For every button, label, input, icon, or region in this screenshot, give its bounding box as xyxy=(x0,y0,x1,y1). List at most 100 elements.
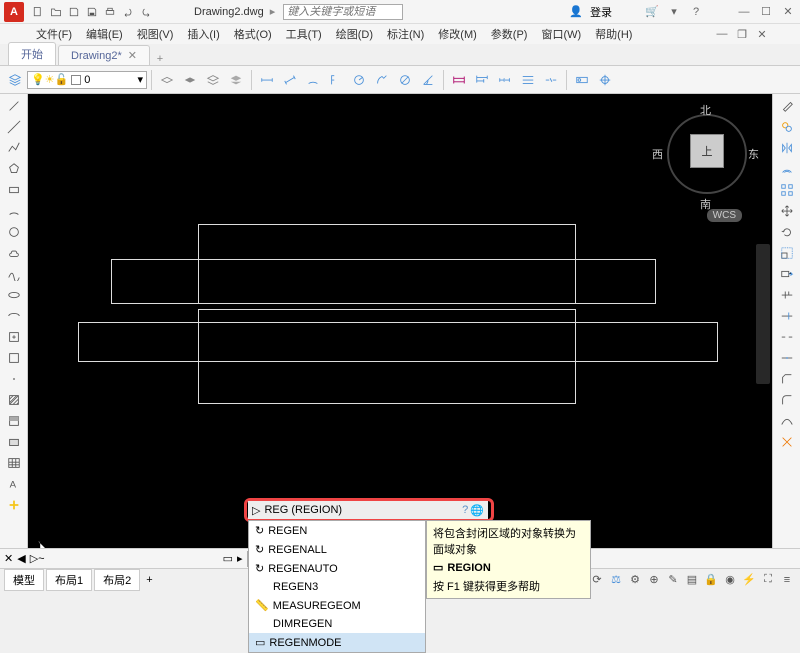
chamfer-icon[interactable] xyxy=(776,369,798,389)
point-icon[interactable] xyxy=(3,369,25,389)
layer-dropdown[interactable]: 💡 ☀ 🔓 0 ▾ xyxy=(27,71,147,89)
break-icon[interactable] xyxy=(776,327,798,347)
menu-insert[interactable]: 插入(I) xyxy=(181,24,225,44)
viewcube-north[interactable]: 北 xyxy=(700,102,711,118)
dim-angular-icon[interactable] xyxy=(417,69,439,91)
spline-icon[interactable] xyxy=(3,264,25,284)
mirror-icon[interactable] xyxy=(776,138,798,158)
dim-jogged-icon[interactable] xyxy=(371,69,393,91)
scale-icon[interactable] xyxy=(776,243,798,263)
revcloud-icon[interactable] xyxy=(3,243,25,263)
ellipse-icon[interactable] xyxy=(3,285,25,305)
tab-start[interactable]: 开始 xyxy=(8,42,56,65)
dim-space-icon[interactable] xyxy=(517,69,539,91)
layeroff-icon[interactable] xyxy=(179,69,201,91)
dim-diameter-icon[interactable] xyxy=(394,69,416,91)
erase-icon[interactable] xyxy=(776,96,798,116)
viewcube-east[interactable]: 东 xyxy=(748,146,759,162)
nav-bar[interactable] xyxy=(756,244,770,384)
doc-minimize-icon[interactable]: — xyxy=(714,26,730,42)
dim-aligned-icon[interactable] xyxy=(279,69,301,91)
polygon-icon[interactable] xyxy=(3,159,25,179)
custom-icon[interactable]: ≡ xyxy=(778,571,796,589)
signin-icon[interactable]: 👤 xyxy=(568,4,584,20)
open-icon[interactable] xyxy=(48,4,64,20)
dim-radius-icon[interactable] xyxy=(348,69,370,91)
redo-icon[interactable] xyxy=(138,4,154,20)
tab-close-icon[interactable]: ✕ xyxy=(128,50,137,62)
ellipsearc-icon[interactable] xyxy=(3,306,25,326)
search-input[interactable] xyxy=(283,4,403,20)
wcs-badge[interactable]: WCS xyxy=(707,209,742,222)
xline-icon[interactable] xyxy=(3,117,25,137)
layeriso-icon[interactable] xyxy=(156,69,178,91)
suggestion-item[interactable]: ↻REGENAUTO xyxy=(249,559,425,578)
units-icon[interactable]: ✎ xyxy=(664,571,682,589)
lockui-icon[interactable]: 🔒 xyxy=(702,571,720,589)
tab-add-icon[interactable]: + xyxy=(142,574,156,586)
dim-continue-icon[interactable] xyxy=(494,69,516,91)
suggestion-item[interactable]: 📏MEASUREGEOM xyxy=(249,596,425,615)
menu-format[interactable]: 格式(O) xyxy=(228,24,278,44)
trim-icon[interactable] xyxy=(776,285,798,305)
cmd-globe-icon[interactable]: 🌐 xyxy=(470,504,484,517)
quickprops-icon[interactable]: ▤ xyxy=(683,571,701,589)
hwaccel-icon[interactable]: ⚡ xyxy=(740,571,758,589)
fillet-icon[interactable] xyxy=(776,390,798,410)
polyline-icon[interactable] xyxy=(3,138,25,158)
viewcube-west[interactable]: 西 xyxy=(652,146,663,162)
suggestion-item[interactable]: ↻REGEN xyxy=(249,521,425,540)
insert-icon[interactable] xyxy=(3,327,25,347)
suggestion-item[interactable]: ▭REGENMODE xyxy=(249,633,425,652)
menu-draw[interactable]: 绘图(D) xyxy=(330,24,379,44)
cart-icon[interactable]: 🛒 xyxy=(644,4,660,20)
menu-help[interactable]: 帮助(H) xyxy=(589,24,638,44)
tab-layout2[interactable]: 布局2 xyxy=(94,569,140,591)
join-icon[interactable] xyxy=(776,348,798,368)
extend-icon[interactable] xyxy=(776,306,798,326)
dim-break-icon[interactable] xyxy=(540,69,562,91)
annomon-icon[interactable]: ⊕ xyxy=(645,571,663,589)
menu-tools[interactable]: 工具(T) xyxy=(280,24,328,44)
isolate-icon[interactable]: ◉ xyxy=(721,571,739,589)
layerlck-icon[interactable] xyxy=(225,69,247,91)
undo-icon[interactable] xyxy=(120,4,136,20)
hatch-icon[interactable] xyxy=(3,390,25,410)
viewcube-face[interactable]: 上 xyxy=(690,134,724,168)
menu-param[interactable]: 参数(P) xyxy=(485,24,534,44)
maximize-icon[interactable]: ☐ xyxy=(758,4,774,20)
stretch-icon[interactable] xyxy=(776,264,798,284)
block-icon[interactable] xyxy=(3,348,25,368)
copy-icon[interactable] xyxy=(776,117,798,137)
minimize-icon[interactable]: — xyxy=(736,4,752,20)
tab-add-icon[interactable]: + xyxy=(152,53,168,65)
new-icon[interactable] xyxy=(30,4,46,20)
array-icon[interactable] xyxy=(776,180,798,200)
blend-icon[interactable] xyxy=(776,411,798,431)
tab-model[interactable]: 模型 xyxy=(4,569,44,591)
menu-view[interactable]: 视图(V) xyxy=(131,24,180,44)
line-icon[interactable] xyxy=(3,96,25,116)
tolerance-icon[interactable] xyxy=(571,69,593,91)
suggestion-item[interactable]: DIMREGEN xyxy=(249,615,425,633)
menu-window[interactable]: 窗口(W) xyxy=(535,24,587,44)
suggestion-item[interactable]: REGEN3 xyxy=(249,578,425,596)
menu-modify[interactable]: 修改(M) xyxy=(432,24,483,44)
rotate-icon[interactable] xyxy=(776,222,798,242)
rectangle-icon[interactable] xyxy=(3,180,25,200)
doc-restore-icon[interactable]: ❐ xyxy=(734,26,750,42)
cmd-history-icon[interactable]: ✕ xyxy=(4,552,13,565)
menu-file[interactable]: 文件(F) xyxy=(30,24,78,44)
circle-icon[interactable] xyxy=(3,222,25,242)
annoscale-icon[interactable]: ⚖ xyxy=(607,571,625,589)
cmd-help-icon[interactable]: ? xyxy=(462,504,468,517)
addselect-icon[interactable] xyxy=(3,495,25,515)
move-icon[interactable] xyxy=(776,201,798,221)
layerfrz-icon[interactable] xyxy=(202,69,224,91)
doc-close-icon[interactable]: ✕ xyxy=(754,26,770,42)
explode-icon[interactable] xyxy=(776,432,798,452)
centermark-icon[interactable] xyxy=(594,69,616,91)
suggestion-item[interactable]: ↻REGENALL xyxy=(249,540,425,559)
drawing-canvas[interactable]: 上 北 南 西 东 WCS YX ▷ REG (REGION) ? 🌐 ↻REG… xyxy=(28,94,772,568)
layer-props-icon[interactable] xyxy=(4,69,26,91)
